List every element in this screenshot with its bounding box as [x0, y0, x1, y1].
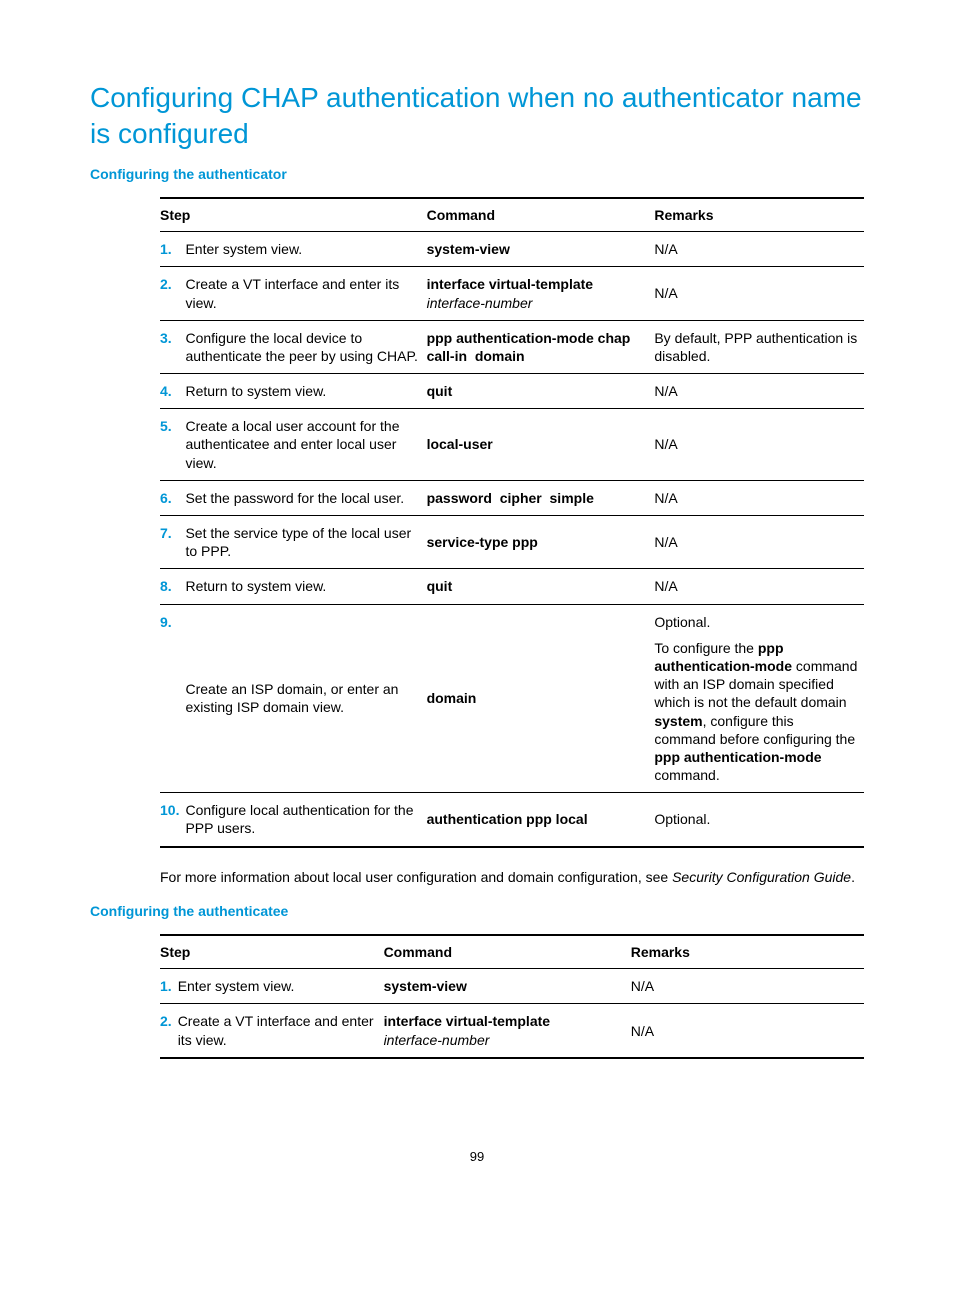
command-text: ppp authentication-mode chapcall-in doma… [427, 320, 655, 373]
command-text: system-view [384, 969, 631, 1004]
remarks-text: N/A [654, 569, 864, 604]
section-heading-authenticatee: Configuring the authenticatee [90, 902, 864, 920]
page-title: Configuring CHAP authentication when no … [90, 80, 864, 153]
table-row: 1. Enter system view. system-view N/A [160, 969, 864, 1004]
command-text: local-user [427, 409, 655, 481]
remarks-text: By default, PPP authentication is disabl… [654, 320, 864, 373]
th-remarks: Remarks [631, 935, 864, 969]
remarks-text: N/A [654, 267, 864, 320]
step-text: Create an ISP domain, or enter an existi… [185, 604, 426, 793]
table-row: 2. Create a VT interface and enter its v… [160, 1004, 864, 1058]
step-text: Create a VT interface and enter its view… [185, 267, 426, 320]
table-row: 8. Return to system view. quit N/A [160, 569, 864, 604]
remarks-text: Optional. To configure the ppp authentic… [654, 604, 864, 793]
command-text: authentication ppp local [427, 793, 655, 847]
footnote-text: For more information about local user co… [160, 868, 864, 886]
table-row: 10. Configure local authentication for t… [160, 793, 864, 847]
table-row: 2. Create a VT interface and enter its v… [160, 267, 864, 320]
table-header-row: Step Command Remarks [160, 198, 864, 232]
table-row: 6. Set the password for the local user. … [160, 480, 864, 515]
table-row: 4. Return to system view. quit N/A [160, 374, 864, 409]
step-number: 5. [160, 409, 185, 481]
remarks-text: N/A [654, 516, 864, 569]
command-text: interface virtual-templateinterface-numb… [427, 267, 655, 320]
th-step: Step [160, 198, 427, 232]
step-text: Return to system view. [185, 374, 426, 409]
remarks-text: Optional. [654, 793, 864, 847]
table-header-row: Step Command Remarks [160, 935, 864, 969]
command-text: password cipher simple [427, 480, 655, 515]
page-number: 99 [90, 1149, 864, 1166]
table-row: 7. Set the service type of the local use… [160, 516, 864, 569]
step-number: 1. [160, 232, 185, 267]
authenticatee-table: Step Command Remarks 1. Enter system vie… [160, 934, 864, 1059]
step-number: 6. [160, 480, 185, 515]
command-text: system-view [427, 232, 655, 267]
th-remarks: Remarks [654, 198, 864, 232]
step-number: 4. [160, 374, 185, 409]
remarks-text: N/A [654, 232, 864, 267]
step-number: 2. [160, 1004, 178, 1058]
th-step: Step [160, 935, 384, 969]
remarks-text: N/A [654, 480, 864, 515]
step-text: Enter system view. [185, 232, 426, 267]
step-number: 8. [160, 569, 185, 604]
command-text: service-type ppp [427, 516, 655, 569]
step-text: Create a local user account for the auth… [185, 409, 426, 481]
step-number: 9. [160, 604, 185, 793]
command-text: domain [427, 604, 655, 793]
step-text: Enter system view. [178, 969, 384, 1004]
command-text: quit [427, 374, 655, 409]
authenticator-table: Step Command Remarks 1. Enter system vie… [160, 197, 864, 848]
step-text: Return to system view. [185, 569, 426, 604]
remarks-text: N/A [631, 969, 864, 1004]
th-command: Command [427, 198, 655, 232]
step-text: Create a VT interface and enter its view… [178, 1004, 384, 1058]
step-number: 10. [160, 793, 185, 847]
table-row: 5. Create a local user account for the a… [160, 409, 864, 481]
remarks-text: N/A [631, 1004, 864, 1058]
step-number: 1. [160, 969, 178, 1004]
step-text: Set the password for the local user. [185, 480, 426, 515]
step-number: 3. [160, 320, 185, 373]
step-number: 7. [160, 516, 185, 569]
table-row: 9. Create an ISP domain, or enter an exi… [160, 604, 864, 793]
step-text: Set the service type of the local user t… [185, 516, 426, 569]
step-number: 2. [160, 267, 185, 320]
step-text: Configure the local device to authentica… [185, 320, 426, 373]
table-row: 1. Enter system view. system-view N/A [160, 232, 864, 267]
command-text: interface virtual-templateinterface-numb… [384, 1004, 631, 1058]
table-row: 3. Configure the local device to authent… [160, 320, 864, 373]
remarks-text: N/A [654, 409, 864, 481]
remarks-text: N/A [654, 374, 864, 409]
step-text: Configure local authentication for the P… [185, 793, 426, 847]
section-heading-authenticator: Configuring the authenticator [90, 165, 864, 183]
th-command: Command [384, 935, 631, 969]
command-text: quit [427, 569, 655, 604]
